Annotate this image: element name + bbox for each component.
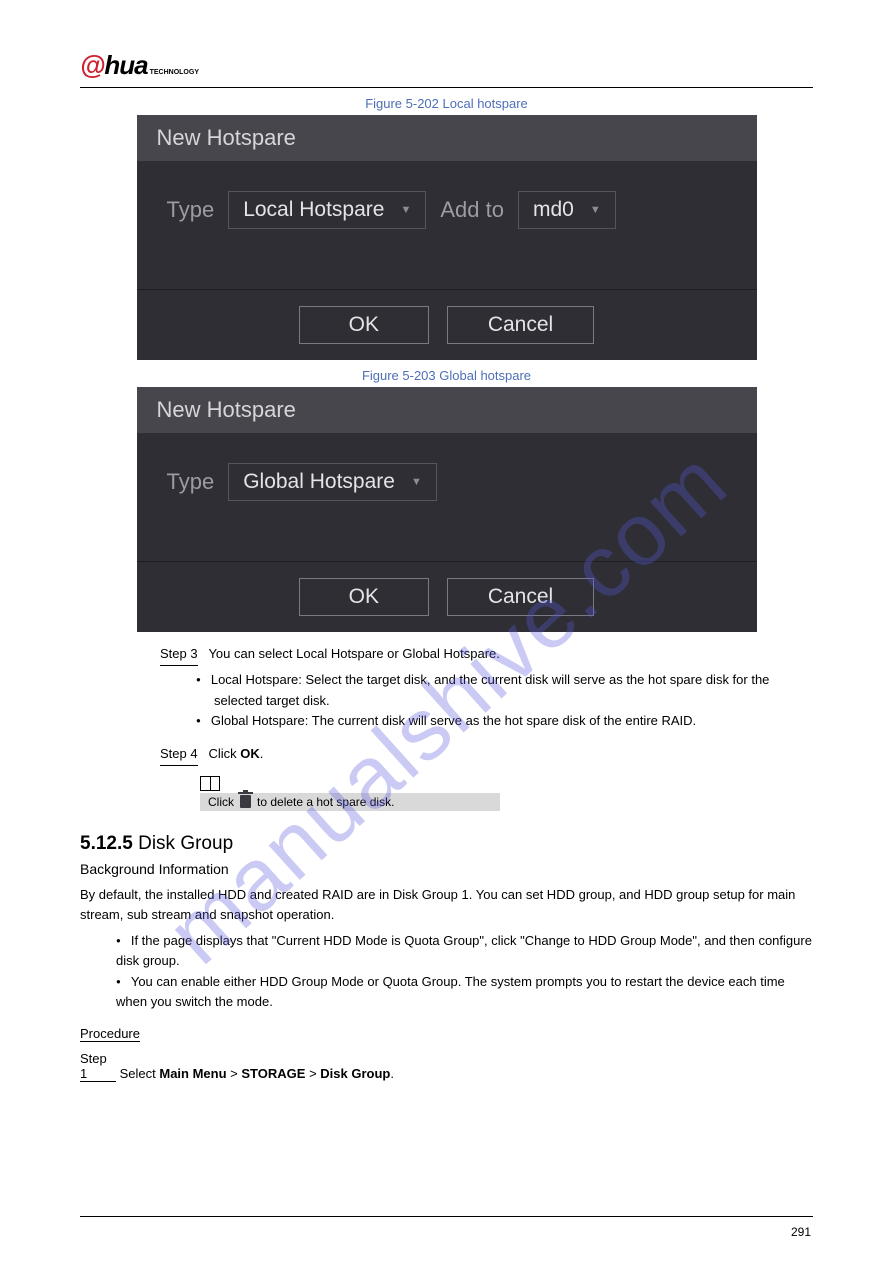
- book-icon: [200, 776, 220, 791]
- addto-label: Add to: [440, 197, 504, 223]
- dialog-global-hotspare: New Hotspare Type Global Hotspare ▼ OK C…: [137, 387, 757, 632]
- chevron-down-icon: ▼: [400, 204, 411, 216]
- note-after: to delete a hot spare disk.: [257, 795, 394, 809]
- section-li1: If the page displays that "Current HDD M…: [116, 931, 813, 971]
- section-body: By default, the installed HDD and create…: [80, 885, 813, 1012]
- procedure-label: Procedure: [80, 1026, 140, 1042]
- procedure-step1: Step 1 Select Main Menu > STORAGE > Disk…: [116, 1051, 813, 1082]
- dialog-local-hotspare: New Hotspare Type Local Hotspare ▼ Add t…: [137, 115, 757, 360]
- brand-logo: @hua TECHNOLOGY: [80, 50, 813, 81]
- footer-divider: [80, 1216, 813, 1217]
- figure-caption-2: Figure 5-203 Global hotspare: [80, 368, 813, 383]
- section-number: 5.12.5: [80, 833, 138, 854]
- proc-before: Select: [120, 1066, 160, 1081]
- chevron-down-icon: ▼: [590, 204, 601, 216]
- figure-caption-1: Figure 5-202 Local hotspare: [80, 96, 813, 111]
- dialog-footer-1: OK Cancel: [137, 289, 757, 360]
- dialog-title-1: New Hotspare: [137, 115, 757, 161]
- proc-sep2: >: [309, 1066, 320, 1081]
- note-strip: Click to delete a hot spare disk.: [200, 793, 500, 811]
- step3-bullet2: Global Hotspare: The current disk will s…: [214, 711, 813, 732]
- ok-button-2[interactable]: OK: [299, 578, 429, 616]
- addto-select-value: md0: [533, 198, 574, 222]
- proc-b1: Main Menu: [159, 1066, 226, 1081]
- step3-text: You can select Local Hotspare or Global …: [208, 646, 499, 661]
- type-select-2[interactable]: Global Hotspare ▼: [228, 463, 437, 501]
- bg-info-title: Background Information: [80, 861, 813, 877]
- ok-button-1[interactable]: OK: [299, 306, 429, 344]
- logo-sub: TECHNOLOGY: [150, 69, 199, 76]
- logo-at: @: [80, 50, 104, 81]
- type-select-value-1: Local Hotspare: [243, 198, 384, 222]
- note-before: Click: [208, 795, 234, 809]
- note-icon-row: [200, 776, 813, 791]
- addto-select[interactable]: md0 ▼: [518, 191, 616, 229]
- section-heading: 5.12.5 Disk Group: [80, 833, 813, 855]
- proc-b3: Disk Group: [320, 1066, 390, 1081]
- header-divider: [80, 87, 813, 88]
- logo-hua: hua: [104, 50, 147, 81]
- section-title: Disk Group: [138, 833, 233, 854]
- cancel-button-1[interactable]: Cancel: [447, 306, 594, 344]
- dialog-footer-2: OK Cancel: [137, 561, 757, 632]
- proc-sep1: >: [230, 1066, 241, 1081]
- dialog-body-1: Type Local Hotspare ▼ Add to md0 ▼: [137, 161, 757, 289]
- step4-block: Step 4 Click OK.: [160, 744, 813, 770]
- cancel-button-2[interactable]: Cancel: [447, 578, 594, 616]
- proc-after: .: [390, 1066, 394, 1081]
- trash-icon: [240, 795, 251, 808]
- step4-bold: OK: [240, 746, 260, 761]
- proc-step-num: Step 1: [80, 1051, 116, 1082]
- chevron-down-icon: ▼: [411, 476, 422, 488]
- step3-block: Step 3 You can select Local Hotspare or …: [160, 644, 813, 732]
- section-para1: By default, the installed HDD and create…: [80, 887, 795, 922]
- section-li2: You can enable either HDD Group Mode or …: [116, 972, 813, 1012]
- step4-text-after: .: [260, 746, 264, 761]
- type-label-2: Type: [167, 469, 215, 495]
- page-number: 291: [791, 1225, 811, 1239]
- step3-bullet1: Local Hotspare: Select the target disk, …: [214, 670, 813, 712]
- type-label-1: Type: [167, 197, 215, 223]
- type-select-value-2: Global Hotspare: [243, 470, 395, 494]
- step3-label: Step 3: [160, 644, 198, 666]
- dialog-title-2: New Hotspare: [137, 387, 757, 433]
- step4-label: Step 4: [160, 744, 198, 766]
- proc-b2: STORAGE: [241, 1066, 305, 1081]
- step4-text-before: Click: [208, 746, 240, 761]
- type-select-1[interactable]: Local Hotspare ▼: [228, 191, 426, 229]
- dialog-body-2: Type Global Hotspare ▼: [137, 433, 757, 561]
